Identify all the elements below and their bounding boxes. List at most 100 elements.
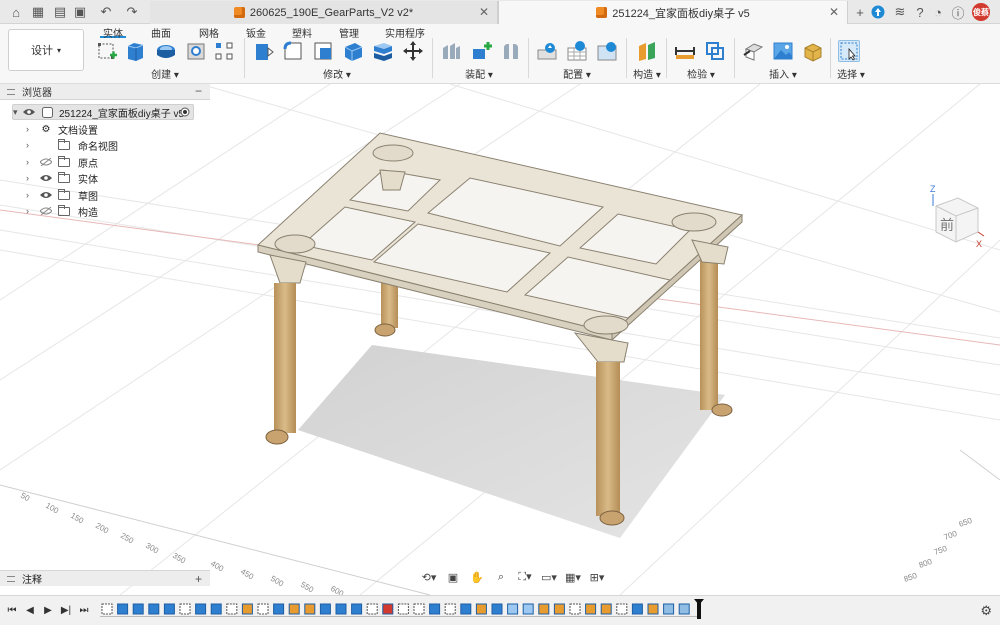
interference-icon[interactable] <box>704 40 726 62</box>
timeline-feature-fillet-icon[interactable] <box>538 603 550 615</box>
help-menu-icon[interactable]: ⓘ <box>950 4 966 21</box>
orbit-icon[interactable]: ⟲▾ <box>418 570 440 584</box>
close-icon[interactable]: ✕ <box>479 5 489 19</box>
insert-canvas-icon[interactable] <box>772 40 794 62</box>
add-note-icon[interactable]: + <box>195 572 202 586</box>
pattern-icon[interactable] <box>213 40 235 62</box>
timeline-feature-shell-icon[interactable] <box>507 603 519 615</box>
configuration-table-icon[interactable] <box>566 40 588 62</box>
tab-mesh[interactable]: 网格 <box>196 25 222 40</box>
drag-handle-icon[interactable] <box>7 89 15 95</box>
document-tab-2[interactable]: 251224_宜家面板diy桌子 v5 ✕ <box>498 1 848 24</box>
go-to-end-icon[interactable]: ⏭ <box>78 604 90 616</box>
timeline-feature-extrude-icon[interactable] <box>132 603 144 615</box>
joint-icon[interactable] <box>470 40 492 62</box>
chevron-down-icon[interactable]: ▾ <box>13 107 23 118</box>
apps-grid-icon[interactable]: ▦ <box>30 4 46 20</box>
update-icon[interactable] <box>870 4 886 20</box>
browser-item-document-settings[interactable]: › ⚙ 文档设置 <box>26 121 98 137</box>
tab-manage[interactable]: 管理 <box>336 25 362 40</box>
browser-item-sketches[interactable]: › 草图 <box>26 187 98 203</box>
timeline-feature-sketch-icon[interactable] <box>179 603 191 615</box>
offset-plane-icon[interactable] <box>636 40 658 62</box>
file-menu-icon[interactable]: ▤ <box>52 4 68 20</box>
eye-hidden-icon[interactable] <box>40 205 52 217</box>
timeline-feature-sketch-icon[interactable] <box>257 603 269 615</box>
timeline-feature-plane-icon[interactable] <box>678 603 690 615</box>
group-inspect[interactable]: 检验 ▾ <box>684 66 718 81</box>
tab-utilities[interactable]: 实用程序 <box>385 25 425 40</box>
fit-icon[interactable]: ⛶▾ <box>514 570 536 584</box>
canvas-viewport[interactable]: 50 100 150 200 250 300 350 400 450 500 5… <box>0 83 1000 599</box>
combine-icon[interactable] <box>372 40 394 62</box>
tab-plastic[interactable]: 塑料 <box>289 25 315 40</box>
group-construct[interactable]: 构造 ▾ <box>630 66 664 81</box>
timeline-feature-fillet-icon[interactable] <box>304 603 316 615</box>
pan-icon[interactable]: ✋ <box>466 570 488 584</box>
look-at-icon[interactable]: ▣ <box>442 570 464 584</box>
select-icon[interactable] <box>838 40 860 62</box>
view-cube[interactable]: Z 前 X <box>928 180 988 263</box>
timeline-feature-extrude-icon[interactable] <box>163 603 175 615</box>
group-insert[interactable]: 插入 ▾ <box>766 66 800 81</box>
model-canvas[interactable]: 50 100 150 200 250 300 350 400 450 500 5… <box>0 83 1000 599</box>
timeline-feature-extrude-icon[interactable] <box>631 603 643 615</box>
timeline-feature-fillet-icon[interactable] <box>647 603 659 615</box>
timeline-feature-sketch-icon[interactable] <box>616 603 628 615</box>
step-back-icon[interactable]: ◀ <box>24 604 36 616</box>
chevron-right-icon[interactable]: › <box>26 190 36 200</box>
workspace-selector[interactable]: 设计 ▾ <box>8 29 84 71</box>
job-status-icon[interactable]: ≋ <box>892 4 908 20</box>
timeline-feature-sketch-icon[interactable] <box>413 603 425 615</box>
timeline-feature-sketch-icon[interactable] <box>101 603 113 615</box>
zoom-icon[interactable]: ⌕ <box>490 570 512 584</box>
notification-icon[interactable]: ◔ <box>930 4 946 20</box>
revolve-icon[interactable] <box>155 40 177 62</box>
drag-handle-icon[interactable] <box>7 576 15 582</box>
timeline-feature-extrude-icon[interactable] <box>273 603 285 615</box>
eye-hidden-icon[interactable] <box>40 156 52 168</box>
timeline-feature-extrude-icon[interactable] <box>210 603 222 615</box>
fillet-icon[interactable] <box>282 40 304 62</box>
move-icon[interactable] <box>402 40 424 62</box>
timeline-feature-extrude-icon[interactable] <box>429 603 441 615</box>
viewports-icon[interactable]: ⊞▾ <box>586 570 608 584</box>
timeline-feature-extrude-icon[interactable] <box>117 603 129 615</box>
insert-derive-icon[interactable] <box>742 40 764 62</box>
group-modify[interactable]: 修改 ▾ <box>320 66 354 81</box>
chevron-right-icon[interactable]: › <box>26 157 36 167</box>
group-select[interactable]: 选择 ▾ <box>834 66 868 81</box>
go-to-start-icon[interactable]: ⏮ <box>6 604 18 616</box>
close-icon[interactable]: ✕ <box>829 5 839 19</box>
chevron-right-icon[interactable]: › <box>26 124 36 134</box>
redo-icon[interactable]: ↷ <box>124 4 140 20</box>
tab-surface[interactable]: 曲面 <box>148 25 174 40</box>
press-pull-icon[interactable] <box>252 40 274 62</box>
timeline-feature-sketch-icon[interactable] <box>366 603 378 615</box>
timeline-feature-extrude-icon[interactable] <box>460 603 472 615</box>
document-tab-1[interactable]: 260625_190E_GearParts_V2 v2* ✕ <box>150 1 498 24</box>
tab-solid[interactable]: 实体 <box>100 25 126 40</box>
new-tab-icon[interactable]: + <box>852 4 868 20</box>
measure-icon[interactable] <box>674 40 696 62</box>
as-built-joint-icon[interactable] <box>500 40 522 62</box>
avatar[interactable]: 俊蔡 <box>972 3 990 21</box>
notes-panel[interactable]: 注释 + <box>0 570 210 586</box>
group-assemble[interactable]: 装配 ▾ <box>462 66 496 81</box>
timeline-feature-fillet-icon[interactable] <box>288 603 300 615</box>
group-configure[interactable]: 配置 ▾ <box>560 66 594 81</box>
chevron-right-icon[interactable]: › <box>26 140 36 150</box>
configuration-rule-icon[interactable] <box>596 40 618 62</box>
timeline-feature-extrude-icon[interactable] <box>491 603 503 615</box>
timeline-feature-sketch-icon[interactable] <box>397 603 409 615</box>
browser-item-named-views[interactable]: › 命名视图 <box>26 137 118 153</box>
help-icon[interactable]: ? <box>912 4 928 20</box>
browser-header[interactable]: 浏览器 − <box>0 84 210 100</box>
browser-item-construction[interactable]: › 构造 <box>26 203 98 219</box>
timeline-feature-fillet-icon[interactable] <box>241 603 253 615</box>
activate-radio-icon[interactable] <box>180 107 190 120</box>
shell-icon[interactable] <box>342 40 364 62</box>
step-forward-icon[interactable]: ▶| <box>60 604 72 616</box>
configure-icon[interactable] <box>536 40 558 62</box>
chevron-right-icon[interactable]: › <box>26 206 36 216</box>
